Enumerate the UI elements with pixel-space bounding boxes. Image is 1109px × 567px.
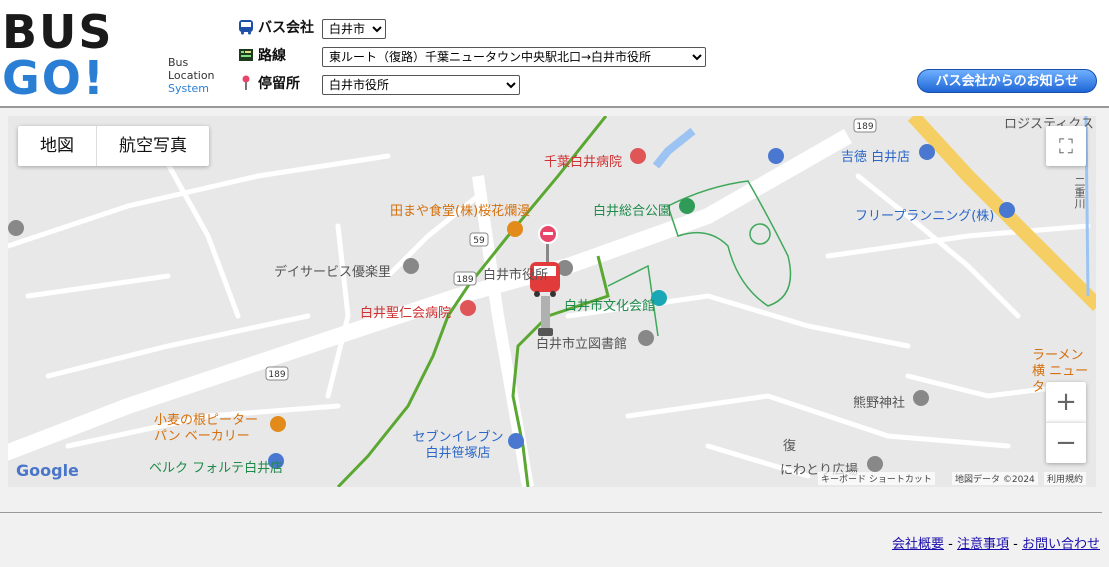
map-type-satellite-button[interactable]: 航空写真 — [96, 126, 209, 166]
company-label: バス会社 — [238, 17, 314, 37]
google-logo: Google — [16, 461, 79, 480]
label-fuku: 復 — [783, 439, 797, 454]
route-label: 路線 — [238, 45, 286, 65]
label-culture: 白井市文化会館 — [564, 299, 656, 314]
map-type-map-button[interactable]: 地図 — [18, 126, 96, 166]
zoom-out-button[interactable]: − — [1046, 422, 1086, 463]
road-59: 59 — [473, 236, 485, 246]
minus-icon: − — [1055, 428, 1077, 458]
plus-icon: + — [1055, 387, 1077, 417]
map[interactable]: 189 189 189 59 千葉白井病院 田まや食堂(株)桜花爛漫 白井総合公… — [8, 116, 1096, 487]
label-kumano: 熊野神社 — [853, 396, 906, 411]
label-yoshitoku: 吉徳 白井店 — [841, 150, 911, 165]
label-hospital1: 千葉白井病院 — [544, 155, 623, 170]
notice-button[interactable]: バス会社からのお知らせ — [917, 69, 1097, 93]
contact-link[interactable]: お問い合わせ — [1022, 537, 1100, 552]
route-board-icon — [238, 47, 254, 63]
company-info-link[interactable]: 会社概要 — [892, 537, 944, 552]
kumano-marker — [913, 390, 929, 406]
map-type-control: 地図 航空写真 — [18, 126, 209, 166]
svg-text:GO!: GO! — [2, 51, 106, 100]
bus-icon — [238, 19, 254, 35]
route-select[interactable]: 東ルート（復路）千葉ニュータウン中央駅北口→白井市役所 — [322, 47, 706, 67]
bus-stop-icon — [238, 75, 254, 91]
road-189-a: 189 — [856, 122, 873, 132]
label-cityhall: 白井市役所 — [483, 268, 549, 283]
busgo-logo: BUS GO! Bus Location System — [0, 8, 232, 100]
notes-link[interactable]: 注意事項 — [957, 537, 1009, 552]
label-dayservice: デイサービス優楽里 — [274, 265, 392, 280]
keyboard-shortcuts-link[interactable]: キーボード ショートカット — [818, 472, 935, 485]
left-marker — [8, 220, 24, 236]
hospital-marker-1 — [630, 148, 646, 164]
stop-select[interactable]: 白井市役所 — [322, 75, 520, 95]
footer-sep-2: - — [1013, 537, 1018, 552]
label-river: 二重川 — [1073, 176, 1086, 209]
footer-divider — [0, 512, 1102, 513]
label-belk: ベルク フォルテ白井店 — [149, 461, 284, 476]
map-data-attribution: 地図データ ©2024 — [952, 472, 1038, 485]
library-marker — [638, 330, 654, 346]
stop-label: 停留所 — [238, 73, 300, 93]
shopping-marker — [768, 148, 784, 164]
logo-sub-1: Bus — [168, 56, 189, 69]
seven-marker — [508, 433, 524, 449]
dayservice-marker — [403, 258, 419, 274]
road-189-b: 189 — [456, 275, 473, 285]
logo-sub-2: Location — [168, 69, 215, 82]
footer-sep-1: - — [948, 537, 953, 552]
footer-links: 会社概要 - 注意事項 - お問い合わせ — [892, 533, 1100, 552]
terms-link[interactable]: 利用規約 — [1044, 472, 1087, 485]
fullscreen-button[interactable]: ⛶ — [1046, 126, 1086, 166]
header: BUS GO! Bus Location System バス会社 白井市 路線 … — [0, 0, 1109, 108]
park-marker — [679, 198, 695, 214]
company-select[interactable]: 白井市 — [322, 19, 386, 39]
label-restaurant: 田まや食堂(株)桜花爛漫 — [390, 204, 531, 219]
bakery-marker — [270, 416, 286, 432]
fullscreen-icon: ⛶ — [1059, 134, 1073, 158]
label-bakery: 小麦の根ピーター パン ベーカリー — [154, 413, 259, 444]
hospital-marker-2 — [460, 300, 476, 316]
label-freeplanning: フリープランニング(株) — [855, 209, 995, 224]
niwatori-marker — [867, 456, 883, 472]
label-park: 白井総合公園 — [593, 204, 672, 219]
label-seven: セブンイレブン 白井笹塚店 — [412, 430, 504, 461]
restaurant-marker — [507, 221, 523, 237]
logo-sub-3: System — [168, 82, 209, 95]
label-hospital2: 白井聖仁会病院 — [360, 306, 452, 321]
road-189-c: 189 — [268, 370, 285, 380]
yoshitoku-marker — [919, 144, 935, 160]
freeplanning-marker — [999, 202, 1015, 218]
zoom-in-button[interactable]: + — [1046, 382, 1086, 422]
label-library: 白井市立図書館 — [536, 337, 628, 352]
